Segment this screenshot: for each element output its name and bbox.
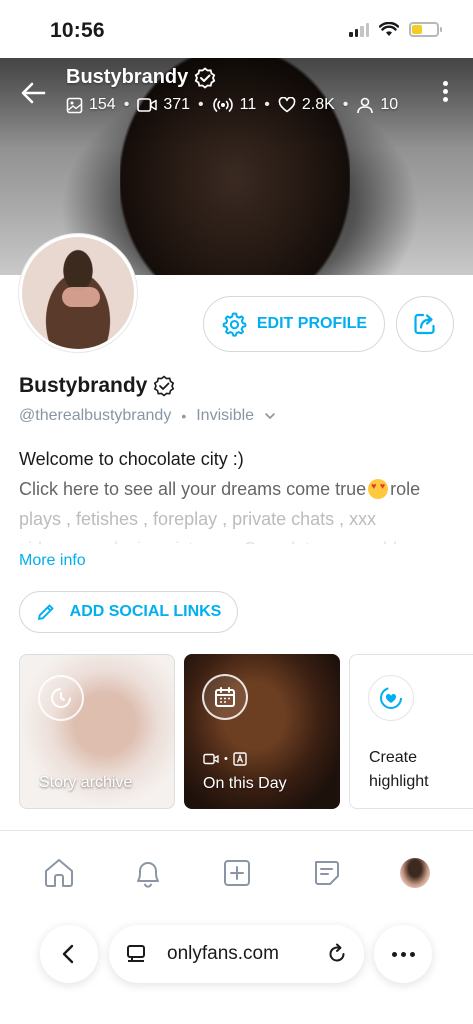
- video-icon: [203, 753, 219, 765]
- chevron-down-icon[interactable]: [264, 410, 276, 422]
- nav-home[interactable]: [37, 851, 81, 895]
- highlight-on-this-day[interactable]: • On this Day: [184, 654, 340, 809]
- share-button[interactable]: [396, 296, 454, 352]
- pencil-icon: [37, 604, 54, 620]
- browser-more-button[interactable]: [374, 925, 432, 983]
- add-square-icon: [223, 860, 250, 886]
- avatar[interactable]: [19, 234, 137, 352]
- nav-messages[interactable]: [304, 851, 348, 895]
- add-social-links-button[interactable]: ADD SOCIAL LINKS: [19, 591, 238, 633]
- add-social-links-label: ADD SOCIAL LINKS: [69, 603, 222, 620]
- nav-add-post[interactable]: [215, 851, 259, 895]
- more-info-link[interactable]: More info: [19, 552, 86, 570]
- media-type-icons: •: [203, 752, 247, 766]
- more-options-icon[interactable]: [435, 78, 455, 108]
- visibility-status[interactable]: Invisible: [196, 407, 254, 425]
- share-icon: [414, 313, 435, 335]
- nav-profile[interactable]: [393, 851, 437, 895]
- status-time: 10:56: [50, 19, 105, 42]
- stat-likes: 2.8K: [278, 96, 335, 114]
- bio-line: plays , fetishes , foreplay , private ch…: [19, 509, 377, 529]
- stat-streams: 11: [212, 96, 256, 114]
- image-icon: [66, 97, 83, 113]
- status-bar: 10:56: [0, 0, 473, 58]
- browser-toolbar: onlyfans.com: [0, 908, 473, 1024]
- heart-add-icon: [368, 675, 414, 721]
- bottom-navigation: [0, 838, 473, 908]
- chevron-left-icon: [62, 944, 74, 964]
- create-highlight-label: Create highlight: [369, 749, 429, 790]
- profile-display-name: Bustybrandy: [19, 374, 175, 398]
- bell-icon: [136, 862, 159, 888]
- cellular-signal-icon: [349, 22, 369, 37]
- url-text[interactable]: onlyfans.com: [167, 943, 306, 965]
- highlight-story-archive[interactable]: Story archive: [19, 654, 175, 809]
- verified-badge-icon: [194, 66, 216, 89]
- cover-profile-name: Bustybrandy: [66, 66, 216, 89]
- handle-row: @therealbustybrandy • Invisible: [19, 407, 276, 425]
- highlight-label: Story archive: [39, 774, 133, 791]
- stat-videos: 371: [137, 96, 190, 114]
- wifi-icon: [379, 22, 399, 36]
- home-icon: [44, 859, 73, 887]
- browser-address-bar[interactable]: onlyfans.com: [109, 925, 364, 983]
- calendar-icon: [202, 674, 248, 720]
- highlight-label: On this Day: [203, 775, 287, 792]
- divider: [0, 830, 473, 831]
- reload-icon[interactable]: [326, 943, 348, 965]
- status-icons: [349, 22, 442, 37]
- profile-bio: Welcome to chocolate city :) Click here …: [19, 444, 459, 544]
- highlights-row: Story archive • On this Day Create highl…: [19, 654, 473, 809]
- bio-line: Click here to see all your dreams come t…: [19, 474, 459, 504]
- avatar: [399, 858, 430, 888]
- stat-fans: 10: [356, 96, 398, 114]
- cover-stats: 154 • 371 • 11 • 2.8K • 10: [66, 96, 398, 114]
- tab-layout-icon[interactable]: [125, 943, 147, 965]
- bio-line: Welcome to chocolate city :): [19, 449, 244, 469]
- history-icon: [38, 675, 84, 721]
- gear-icon: [222, 312, 247, 337]
- edit-profile-label: EDIT PROFILE: [256, 315, 368, 332]
- bio-line: videos , exclusive pictures . Complete m…: [19, 534, 459, 544]
- heart-eyes-emoji-icon: [368, 479, 389, 499]
- cover-name-text: Bustybrandy: [66, 66, 189, 88]
- heart-icon: [278, 97, 296, 113]
- create-highlight-button[interactable]: Create highlight: [349, 654, 473, 809]
- stat-photos: 154: [66, 96, 116, 114]
- back-arrow-icon[interactable]: [18, 78, 48, 108]
- verified-badge-icon: [154, 375, 175, 397]
- video-icon: [137, 98, 158, 112]
- text-icon: [233, 752, 247, 766]
- live-stream-icon: [212, 98, 233, 112]
- message-icon: [314, 861, 339, 885]
- browser-back-button[interactable]: [40, 925, 98, 983]
- user-icon: [357, 97, 374, 113]
- battery-icon: [409, 22, 442, 37]
- nav-notifications[interactable]: [126, 851, 170, 895]
- profile-handle: @therealbustybrandy: [19, 407, 172, 424]
- edit-profile-button[interactable]: EDIT PROFILE: [203, 296, 385, 352]
